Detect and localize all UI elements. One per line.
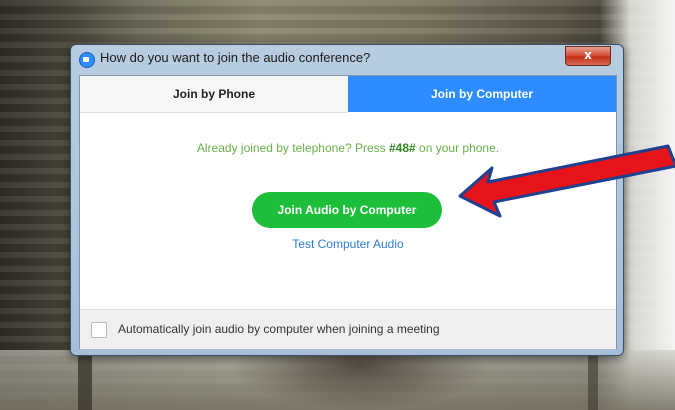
- tab-join-by-computer[interactable]: Join by Computer: [348, 76, 616, 112]
- dialog-footer: Automatically join audio by computer whe…: [80, 309, 616, 349]
- dialog-title: How do you want to join the audio confer…: [100, 50, 371, 65]
- join-audio-button[interactable]: Join Audio by Computer: [252, 192, 442, 228]
- zoom-camera-icon: [79, 52, 95, 68]
- dialog-client-area: Join by Phone Join by Computer Already j…: [79, 75, 617, 349]
- status-prefix: Already joined by telephone? Press: [196, 141, 389, 155]
- status-suffix: on your phone.: [415, 141, 500, 155]
- title-bar[interactable]: How do you want to join the audio confer…: [71, 45, 623, 73]
- audio-conference-dialog: How do you want to join the audio confer…: [70, 44, 624, 356]
- tab-join-by-phone[interactable]: Join by Phone: [80, 76, 348, 113]
- phone-code: #48#: [389, 141, 416, 155]
- tab-bar: Join by Phone Join by Computer: [80, 76, 616, 113]
- telephone-status-text: Already joined by telephone? Press #48# …: [80, 141, 616, 155]
- tree-silhouette: [230, 355, 490, 410]
- auto-join-checkbox[interactable]: [91, 322, 107, 338]
- close-button[interactable]: x: [565, 46, 611, 66]
- test-computer-audio-link[interactable]: Test Computer Audio: [80, 237, 616, 251]
- close-icon: x: [584, 48, 592, 62]
- auto-join-label: Automatically join audio by computer whe…: [118, 322, 440, 336]
